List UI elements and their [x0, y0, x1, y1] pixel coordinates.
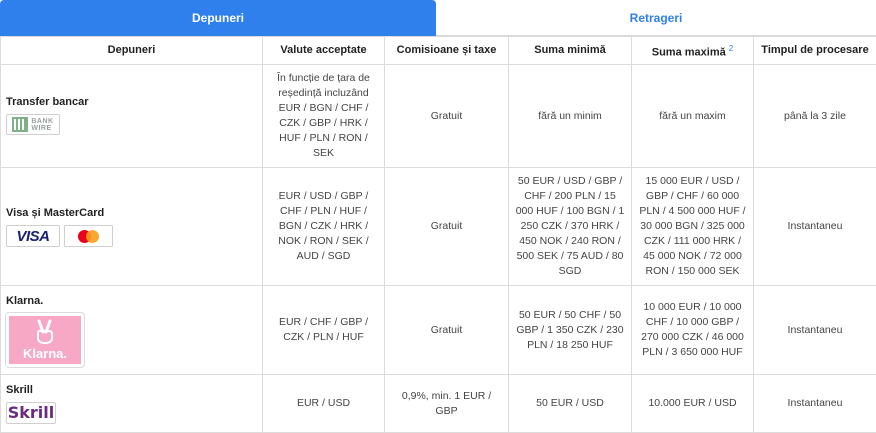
wire-logo-text: WIRE	[31, 124, 52, 132]
header-currencies: Valute acceptate	[262, 36, 385, 65]
peace-hand-icon	[37, 319, 53, 345]
method-cell: Transfer bancar BANK WIRE	[0, 64, 263, 168]
max-cell: 15 000 EUR / USD / GBP / CHF / 60 000 PL…	[631, 167, 754, 286]
mastercard-logo-icon	[64, 225, 113, 247]
skrill-logo-icon: Skrill	[6, 402, 56, 424]
table-header-row: Depuneri Valute acceptate Comisioane și …	[0, 36, 876, 65]
fees-cell: Gratuit	[384, 167, 509, 286]
min-cell: 50 EUR / USD / GBP / CHF / 200 PLN / 15 …	[508, 167, 632, 286]
max-cell: 10 000 EUR / 10 000 CHF / 10 000 GBP / 2…	[631, 285, 754, 375]
time-cell: Instantaneu	[753, 374, 876, 433]
header-method: Depuneri	[0, 36, 263, 65]
card-logos: VISA	[6, 225, 256, 247]
currencies-cell: EUR / USD / GBP / CHF / PLN / HUF / BGN …	[262, 167, 385, 286]
time-cell: până la 3 zile	[753, 64, 876, 168]
currencies-cell: EUR / USD	[262, 374, 385, 433]
time-cell: Instantaneu	[753, 285, 876, 375]
payment-methods-table: Depuneri Valute acceptate Comisioane și …	[0, 36, 876, 433]
table-row: Skrill Skrill EUR / USD 0,9%, min. 1 EUR…	[0, 374, 876, 433]
klarna-logo-text: Klarna.	[22, 346, 68, 361]
fees-cell: 0,9%, min. 1 EUR / GBP	[384, 374, 509, 433]
bank-house-icon	[12, 117, 29, 132]
method-name: Klarna.	[6, 294, 44, 307]
fees-cell: Gratuit	[384, 285, 509, 375]
min-cell: 50 EUR / USD	[508, 374, 632, 433]
skrill-logo-text: Skrill	[7, 403, 55, 422]
method-cell: Skrill Skrill	[0, 374, 263, 433]
method-cell: Klarna. Klarna.	[0, 285, 263, 375]
header-max-label: Suma maximă	[651, 46, 726, 59]
header-fees: Comisioane și taxe	[384, 36, 509, 65]
header-min: Suma minimă	[508, 36, 632, 65]
currencies-cell: În funcție de țara de reședință incluzân…	[262, 64, 385, 168]
tab-deposits[interactable]: Depuneri	[0, 0, 436, 36]
tab-withdrawals[interactable]: Retrageri	[436, 0, 876, 36]
currencies-cell: EUR / CHF / GBP / CZK / PLN / HUF	[262, 285, 385, 375]
visa-logo-icon: VISA	[6, 225, 60, 247]
fees-cell: Gratuit	[384, 64, 509, 168]
footnote-link[interactable]: 2	[729, 44, 733, 53]
max-cell: 10.000 EUR / USD	[631, 374, 754, 433]
max-cell: fără un maxim	[631, 64, 754, 168]
min-cell: 50 EUR / 50 CHF / 50 GBP / 1 350 CZK / 2…	[508, 285, 632, 375]
method-name: Skrill	[6, 384, 33, 396]
header-time: Timpul de procesare	[753, 36, 876, 65]
method-name: Visa și MasterCard	[6, 207, 105, 219]
klarna-logo-icon: Klarna.	[5, 311, 85, 368]
bank-logo-text: BANK	[31, 117, 54, 125]
method-cell: Visa și MasterCard VISA	[0, 167, 263, 286]
table-row: Transfer bancar BANK WIRE În funcție de ț…	[0, 64, 876, 168]
tab-bar: Depuneri Retrageri	[0, 0, 876, 36]
visa-logo-text: VISA	[16, 227, 50, 245]
table-row: Visa și MasterCard VISA EUR / USD / GBP …	[0, 167, 876, 286]
header-max: Suma maximă 2	[631, 36, 754, 65]
min-cell: fără un minim	[508, 64, 632, 168]
table-row: Klarna. Klarna. EUR / CHF / GBP / CZK / …	[0, 285, 876, 375]
bank-wire-logo-icon: BANK WIRE	[6, 114, 60, 135]
method-name: Transfer bancar	[6, 96, 89, 108]
time-cell: Instantaneu	[753, 167, 876, 286]
